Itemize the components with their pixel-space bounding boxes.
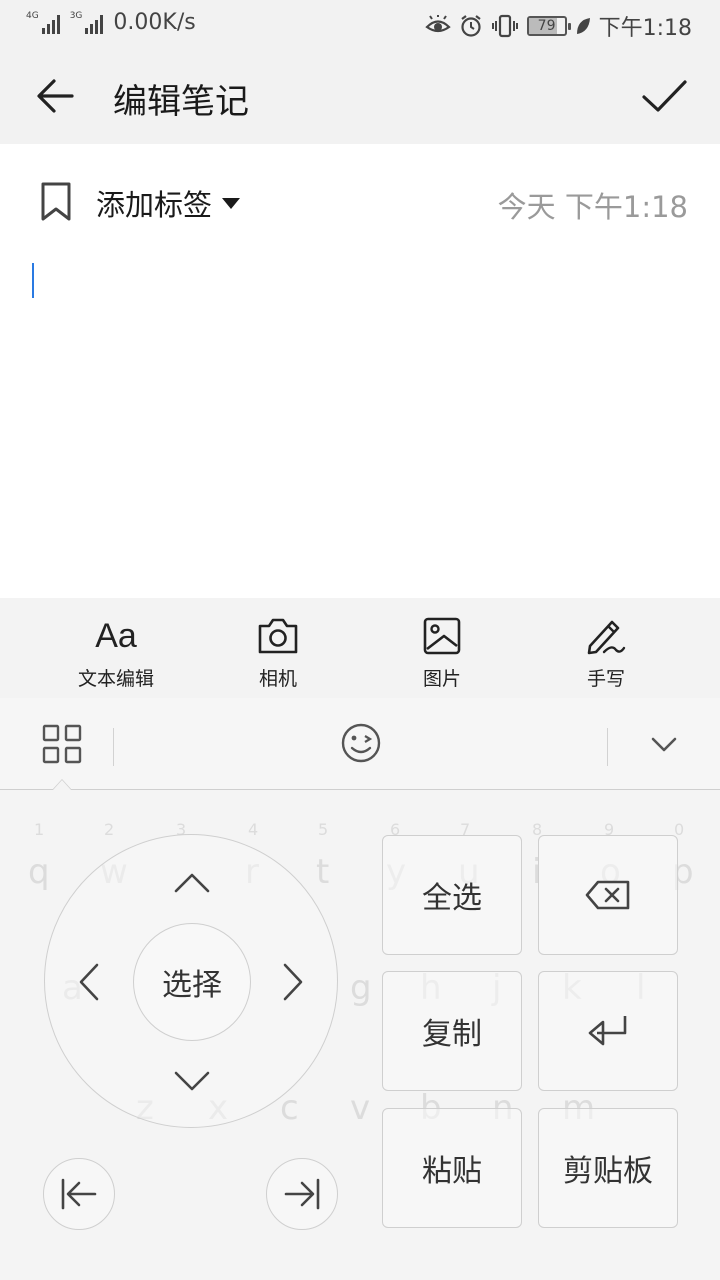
select-toggle-button[interactable]: 选择 <box>133 923 251 1041</box>
text-cursor <box>32 263 34 298</box>
paste-button[interactable]: 粘贴 <box>382 1108 522 1228</box>
copy-button[interactable]: 复制 <box>382 971 522 1091</box>
add-tag-label: 添加标签 <box>96 188 213 222</box>
status-bar: 4G 3G 0.00K/s 79 下午1:18 <box>0 0 720 48</box>
enter-button[interactable] <box>538 971 678 1091</box>
note-meta-row: 添加标签 今天 下午1:18 <box>0 144 720 254</box>
emoji-wink-icon[interactable] <box>340 722 382 764</box>
backspace-icon <box>585 880 630 910</box>
handwriting-icon <box>587 620 626 655</box>
keyboard-top-bar <box>0 698 720 790</box>
backspace-button[interactable] <box>538 835 678 955</box>
dropdown-triangle-icon <box>222 197 241 209</box>
editor-toolbar: Aa 文本编辑 相机 图片 手写 <box>0 598 720 698</box>
title-bar: 编辑笔记 <box>0 48 720 144</box>
image-button[interactable]: 图片 <box>360 598 524 698</box>
status-time: 下午1:18 <box>598 16 692 41</box>
cursor-right-arrow-icon[interactable] <box>273 962 313 1002</box>
menu-pointer-triangle <box>52 779 72 790</box>
alarm-icon <box>460 15 481 37</box>
back-button[interactable] <box>26 70 86 122</box>
move-to-start-icon <box>61 1178 97 1210</box>
battery-icon: 79 <box>526 16 571 36</box>
text-format-icon: Aa <box>95 616 137 655</box>
collapse-keyboard-chevron-icon[interactable] <box>650 730 678 758</box>
camera-icon <box>258 618 298 654</box>
keyboard-edit-panel: q w r t y u i o p a g h j k l z x c v b … <box>0 790 720 1280</box>
image-icon <box>423 617 461 655</box>
vibrate-icon <box>491 14 518 38</box>
keyboard-menu-grid-icon[interactable] <box>42 724 82 764</box>
cursor-line-start-button[interactable] <box>43 1158 115 1230</box>
cellular-signal-icon: 4G <box>26 11 60 34</box>
note-timestamp: 今天 下午1:18 <box>497 190 688 224</box>
cellular-signal-icon-2: 3G <box>70 11 104 34</box>
cursor-left-arrow-icon[interactable] <box>69 962 109 1002</box>
move-to-end-icon <box>284 1178 320 1210</box>
eye-comfort-icon <box>424 15 451 33</box>
cursor-line-end-button[interactable] <box>266 1158 338 1230</box>
save-button[interactable] <box>636 70 692 122</box>
note-body-editor[interactable] <box>0 254 720 598</box>
camera-button[interactable]: 相机 <box>196 598 360 698</box>
clipboard-button[interactable]: 剪贴板 <box>538 1108 678 1228</box>
enter-return-icon <box>588 1016 627 1046</box>
text-edit-button[interactable]: Aa 文本编辑 <box>34 598 198 698</box>
page-title: 编辑笔记 <box>113 82 249 122</box>
power-saving-leaf-icon <box>576 18 590 34</box>
checkmark-icon <box>642 80 687 112</box>
cursor-dpad: 选择 <box>44 834 338 1128</box>
select-all-button[interactable]: 全选 <box>382 835 522 955</box>
cursor-up-arrow-icon[interactable] <box>172 863 212 903</box>
add-tag-button[interactable]: 添加标签 <box>96 182 241 224</box>
handwriting-button[interactable]: 手写 <box>524 598 688 698</box>
bookmark-icon <box>41 182 71 221</box>
back-arrow-icon <box>37 79 74 113</box>
divider <box>113 728 114 766</box>
cursor-down-arrow-icon[interactable] <box>172 1061 212 1101</box>
network-speed: 0.00K/s <box>113 10 196 35</box>
divider <box>607 728 608 766</box>
